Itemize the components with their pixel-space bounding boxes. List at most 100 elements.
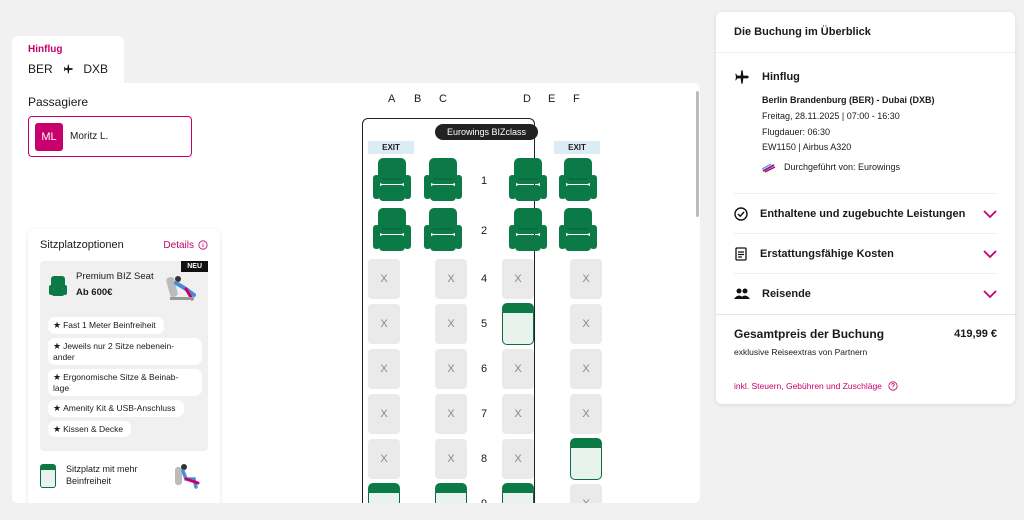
seat-1A[interactable] — [372, 157, 412, 203]
seat-5F: X — [570, 304, 602, 344]
row-number: 4 — [481, 273, 488, 285]
column-letter-E: E — [548, 93, 556, 105]
seat-8C: X — [435, 439, 467, 479]
seat-6D: X — [502, 349, 534, 389]
premium-seat-name: Premium BIZ Seat — [76, 271, 154, 282]
seat-6A: X — [368, 349, 400, 389]
feature-item: ★ Fast 1 Meter Beinfreiheit — [48, 317, 164, 334]
summary-title: Die Buchung im Überblick — [716, 12, 1015, 53]
exit-sign-right: EXIT — [554, 141, 600, 154]
seat-4A: X — [368, 259, 400, 299]
feature-item: ★ Ergonomische Sitze & Beinab-lage — [48, 368, 202, 396]
aircraft-label: Eurowings BIZclass — [435, 124, 539, 140]
row-number: 2 — [481, 225, 488, 237]
accordion-refundable-costs[interactable]: Erstattungsfähige Kosten — [734, 233, 997, 273]
seat-9F: X — [570, 484, 602, 503]
eurowings-logo-icon — [762, 163, 776, 173]
plane-icon — [735, 70, 749, 84]
seat-1F[interactable] — [558, 157, 598, 203]
row-number: 1 — [481, 175, 488, 187]
seat-8D: X — [502, 439, 534, 479]
seat-2C[interactable] — [423, 207, 463, 253]
column-letter-D: D — [523, 93, 531, 105]
legroom-label: Sitzplatz mit mehr Beinfreiheit — [66, 464, 138, 486]
passenger-card[interactable]: ML Moritz L. — [28, 116, 192, 157]
passengers-title: Passagiere — [28, 95, 89, 109]
plane-icon — [63, 64, 73, 74]
column-letter-F: F — [573, 93, 580, 105]
seat-4C: X — [435, 259, 467, 299]
seat-7F: X — [570, 394, 602, 434]
feature-item: ★ Jeweils nur 2 Sitze nebenein-ander — [48, 337, 202, 365]
seat-7C: X — [435, 394, 467, 434]
row-number: 5 — [481, 318, 488, 330]
help-icon — [888, 381, 898, 391]
accordion-travellers[interactable]: Reisende — [734, 273, 997, 313]
seat-2D[interactable] — [508, 207, 548, 253]
check-circle-icon — [734, 206, 748, 221]
row-number: 6 — [481, 363, 488, 375]
seat-icon — [49, 276, 67, 296]
chevron-down-icon — [983, 249, 997, 258]
seat-1D[interactable] — [508, 157, 548, 203]
passenger-name: Moritz L. — [70, 131, 109, 142]
seat-5A: X — [368, 304, 400, 344]
seat-2F[interactable] — [558, 207, 598, 253]
chevron-down-icon — [983, 209, 997, 218]
info-icon — [198, 240, 208, 250]
new-badge: NEU — [181, 261, 208, 272]
seat-9D[interactable] — [502, 483, 534, 503]
flight-number: EW1150 | Airbus A320 — [762, 142, 852, 153]
origin-code: BER — [28, 62, 53, 76]
operated-by: Durchgeführt von: Eurowings — [784, 162, 901, 172]
seated-passenger-icon — [175, 464, 200, 489]
flight-tab-route: BER DXB — [28, 61, 108, 77]
accordion-services[interactable]: Enthaltene und zugebuchte Leistungen — [734, 193, 997, 233]
row-number: 8 — [481, 453, 488, 465]
summary-flight: Hinflug Berlin Brandenburg (BER) - Dubai… — [716, 53, 1015, 176]
premium-seat-price: Ab 600€ — [76, 287, 113, 298]
seat-8F[interactable] — [570, 438, 602, 480]
seatmap-scrollbar[interactable] — [696, 91, 699, 217]
avatar: ML — [35, 122, 63, 151]
taxes-info-label: inkl. Steuern, Gebühren und Zuschläge — [734, 381, 882, 391]
column-letter-C: C — [439, 93, 447, 105]
seat-9A[interactable] — [368, 483, 400, 503]
seat-5D[interactable] — [502, 303, 534, 345]
column-letter-B: B — [414, 93, 422, 105]
row-number: 9 — [481, 498, 487, 503]
accordion-label: Erstattungsfähige Kosten — [760, 247, 894, 260]
row-number: 7 — [481, 408, 488, 420]
people-icon — [734, 288, 750, 299]
seat-8A: X — [368, 439, 400, 479]
seat-9C[interactable] — [435, 483, 467, 503]
column-letter-A: A — [388, 93, 396, 105]
total-price-section: Gesamtpreis der Buchung 419,99 € exklusi… — [716, 314, 1015, 403]
legroom-option: Sitzplatz mit mehr Beinfreiheit — [40, 461, 208, 491]
seat-4D: X — [502, 259, 534, 299]
details-link[interactable]: Details — [163, 240, 208, 251]
seat-2A[interactable] — [372, 207, 412, 253]
taxes-info-link[interactable]: inkl. Steuern, Gebühren und Zuschläge — [734, 381, 997, 391]
accordion-label: Enthaltene und zugebuchte Leistungen — [760, 207, 966, 220]
flight-duration: Flugdauer: 06:30 — [762, 126, 831, 137]
seat-7D: X — [502, 394, 534, 434]
seat-7A: X — [368, 394, 400, 434]
summary-flight-label: Hinflug — [762, 71, 800, 83]
premium-biz-seat-box: NEU Premium BIZ Seat Ab 600€ ★ Fast 1 Me… — [40, 261, 208, 451]
booking-summary: Die Buchung im Überblick Hinflug Berlin … — [716, 12, 1015, 404]
seat-4F: X — [570, 259, 602, 299]
reclining-passenger-icon — [166, 276, 196, 301]
chevron-down-icon — [983, 289, 997, 298]
exit-sign-left: EXIT — [368, 141, 414, 154]
seat-1C[interactable] — [423, 157, 463, 203]
document-icon — [735, 246, 747, 261]
seat-5C: X — [435, 304, 467, 344]
seat-options-title: Sitzplatzoptionen — [40, 239, 124, 251]
accordion-label: Reisende — [762, 287, 811, 300]
seat-6C: X — [435, 349, 467, 389]
seat-selection-panel: Passagiere ML Moritz L. Sitzplatzoptione… — [12, 83, 700, 503]
total-subtext: exklusive Reiseextras von Partnern — [734, 347, 868, 357]
details-label: Details — [163, 239, 194, 251]
destination-code: DXB — [83, 62, 108, 76]
